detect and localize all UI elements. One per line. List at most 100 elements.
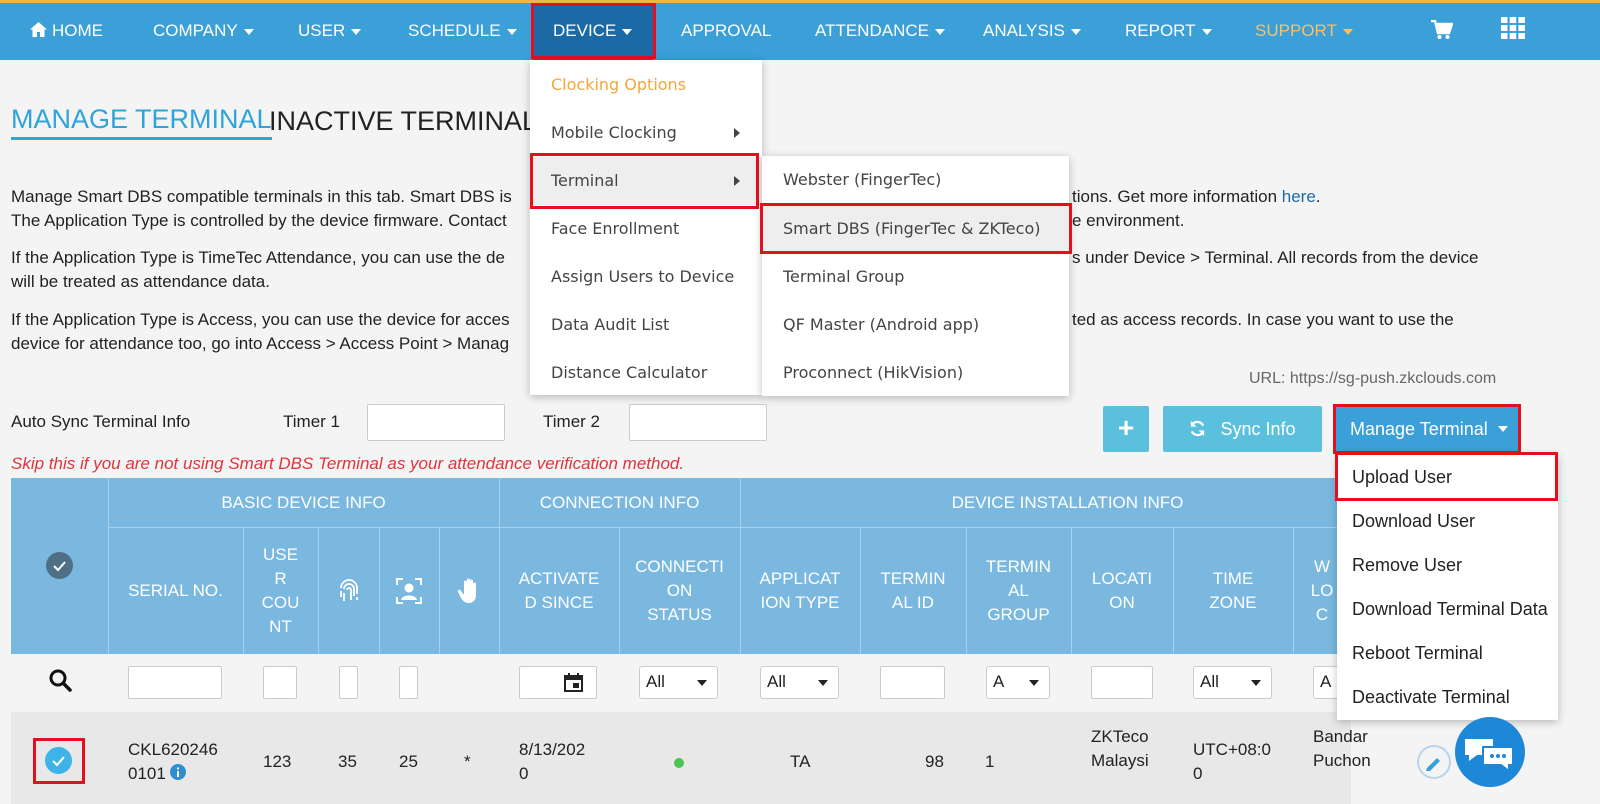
nav-user[interactable]: USER xyxy=(298,3,362,60)
intro-para-3c: device for attendance too, go into Acces… xyxy=(11,334,510,353)
tab-manage-terminal[interactable]: MANAGE TERMINAL xyxy=(11,104,272,140)
menu-item-download-user[interactable]: Download User xyxy=(1337,499,1475,543)
submenu-item-proconnect[interactable]: Proconnect (HikVision) xyxy=(762,349,1069,397)
info-icon[interactable] xyxy=(170,764,186,780)
menu-item-distance-calculator[interactable]: Distance Calculator xyxy=(530,349,762,397)
chevron-down-icon xyxy=(1201,28,1212,35)
more-info-link[interactable]: here xyxy=(1282,187,1316,206)
submenu-item-terminal-group[interactable]: Terminal Group xyxy=(762,253,1069,301)
row-work-location: Bandar Puchon xyxy=(1313,727,1371,770)
intro-text: Manage Smart DBS compatible terminals in… xyxy=(11,187,512,206)
filter-face-input[interactable] xyxy=(399,666,418,699)
chevron-down-icon xyxy=(622,28,633,35)
select-value: A xyxy=(993,672,1005,691)
pencil-icon xyxy=(1426,758,1440,771)
menu-item-terminal[interactable]: Terminal xyxy=(530,157,762,205)
submenu-item-smart-dbs[interactable]: Smart DBS (FingerTec & ZKTeco) xyxy=(762,205,1069,253)
manage-terminal-button[interactable]: Manage Terminal xyxy=(1336,406,1518,452)
col-connection-status[interactable]: CONNECTI ON STATUS xyxy=(619,527,740,654)
col-location[interactable]: LOCATI ON xyxy=(1071,527,1173,654)
face-scan-icon xyxy=(396,577,422,604)
filter-terminal-id-input[interactable] xyxy=(880,666,945,699)
nav-report[interactable]: REPORT xyxy=(1125,3,1212,60)
col-terminal-group[interactable]: TERMIN AL GROUP xyxy=(966,527,1071,654)
nav-approval-label: APPROVAL xyxy=(681,21,772,40)
menu-item-label: Mobile Clocking xyxy=(551,123,677,142)
chevron-right-icon xyxy=(734,128,740,138)
col-serial-no[interactable]: SERIAL NO. xyxy=(108,527,243,654)
col-palm[interactable] xyxy=(439,527,499,654)
filter-time-zone-select[interactable]: All xyxy=(1193,666,1272,699)
menu-item-assign-users[interactable]: Assign Users to Device xyxy=(530,253,762,301)
nav-support-label: SUPPORT xyxy=(1255,21,1337,40)
menu-item-data-audit-list[interactable]: Data Audit List xyxy=(530,301,762,349)
terminal-table-header: BASIC DEVICE INFO CONNECTION INFO DEVICE… xyxy=(11,478,1351,654)
group-device-installation-info: DEVICE INSTALLATION INFO xyxy=(951,492,1184,512)
nav-schedule[interactable]: SCHEDULE xyxy=(408,3,517,60)
auto-sync-label: Auto Sync Terminal Info xyxy=(11,412,191,431)
filter-user-count-input[interactable] xyxy=(263,666,297,699)
calendar-icon[interactable] xyxy=(564,673,583,692)
col-terminal-id[interactable]: TERMIN AL ID xyxy=(860,527,966,654)
menu-item-download-terminal-data[interactable]: Download Terminal Data xyxy=(1337,587,1548,631)
filter-serial-input[interactable] xyxy=(128,666,222,699)
nav-device[interactable]: DEVICE xyxy=(533,3,653,60)
row-checkbox[interactable] xyxy=(45,747,72,774)
intro-para-2b: s under Device > Terminal. All records f… xyxy=(1072,248,1479,267)
chat-widget-button[interactable] xyxy=(1455,717,1525,787)
col-user-count[interactable]: USE R COU NT xyxy=(243,527,318,654)
menu-item-label: Terminal xyxy=(551,171,619,190)
select-value: All xyxy=(767,672,786,691)
cart-icon[interactable] xyxy=(1431,20,1453,40)
filter-terminal-group-select[interactable]: A xyxy=(986,666,1050,699)
select-all-checkbox[interactable] xyxy=(46,552,73,579)
manage-terminal-menu: Upload User Download User Remove User Do… xyxy=(1337,454,1558,720)
add-terminal-button[interactable]: + xyxy=(1103,406,1149,452)
edit-row-button[interactable] xyxy=(1417,745,1451,779)
nav-company[interactable]: COMPANY xyxy=(153,3,254,60)
filter-location-input[interactable] xyxy=(1091,666,1153,699)
search-icon[interactable] xyxy=(49,669,72,692)
filter-activated-date[interactable] xyxy=(519,666,597,699)
filter-connection-status-select[interactable]: All xyxy=(639,666,718,699)
menu-item-remove-user[interactable]: Remove User xyxy=(1337,543,1462,587)
timer1-input[interactable] xyxy=(367,404,505,441)
nav-support[interactable]: SUPPORT xyxy=(1255,3,1353,60)
col-activated-since[interactable]: ACTIVATE D SINCE xyxy=(499,527,619,654)
menu-item-reboot-terminal[interactable]: Reboot Terminal xyxy=(1337,631,1483,675)
col-fingerprint[interactable] xyxy=(318,527,379,654)
col-time-zone[interactable]: TIME ZONE xyxy=(1173,527,1293,654)
nav-approval[interactable]: APPROVAL xyxy=(681,3,771,60)
chevron-down-icon xyxy=(1251,680,1261,686)
nav-attendance[interactable]: ATTENDANCE xyxy=(815,3,945,60)
grid-apps-icon[interactable] xyxy=(1501,17,1525,39)
nav-home[interactable]: HOME xyxy=(30,3,103,60)
home-icon xyxy=(30,22,47,37)
nav-analysis[interactable]: ANALYSIS xyxy=(983,3,1081,60)
menu-item-clocking-options[interactable]: Clocking Options xyxy=(530,61,762,109)
chevron-down-icon xyxy=(243,28,254,35)
filter-application-type-select[interactable]: All xyxy=(760,666,839,699)
timer2-input[interactable] xyxy=(629,404,767,441)
submenu-item-qf-master[interactable]: QF Master (Android app) xyxy=(762,301,1069,349)
filter-fingerprint-input[interactable] xyxy=(339,666,358,699)
device-dropdown-menu: Clocking Options Mobile Clocking Termina… xyxy=(530,60,762,395)
tab-inactive-terminal[interactable]: INACTIVE TERMINAL xyxy=(269,106,537,137)
nav-device-label: DEVICE xyxy=(553,21,617,40)
intro-para-2c: will be treated as attendance data. xyxy=(11,272,270,291)
col-face[interactable] xyxy=(379,527,439,654)
chevron-down-icon xyxy=(1342,28,1353,35)
chevron-down-icon xyxy=(818,680,828,686)
menu-item-deactivate-terminal[interactable]: Deactivate Terminal xyxy=(1337,675,1510,719)
row-time-zone: UTC+08:0 0 xyxy=(1193,740,1271,783)
nav-home-label: HOME xyxy=(52,21,103,40)
chevron-down-icon xyxy=(934,28,945,35)
menu-item-upload-user[interactable]: Upload User xyxy=(1337,455,1452,499)
menu-item-mobile-clocking[interactable]: Mobile Clocking xyxy=(530,109,762,157)
submenu-item-webster[interactable]: Webster (FingerTec) xyxy=(762,156,1069,204)
menu-item-face-enrollment[interactable]: Face Enrollment xyxy=(530,205,762,253)
col-application-type[interactable]: APPLICAT ION TYPE xyxy=(740,527,860,654)
chevron-down-icon xyxy=(1498,426,1508,432)
server-url: URL: https://sg-push.zkclouds.com xyxy=(1249,370,1497,387)
sync-info-button[interactable]: Sync Info xyxy=(1163,406,1322,452)
